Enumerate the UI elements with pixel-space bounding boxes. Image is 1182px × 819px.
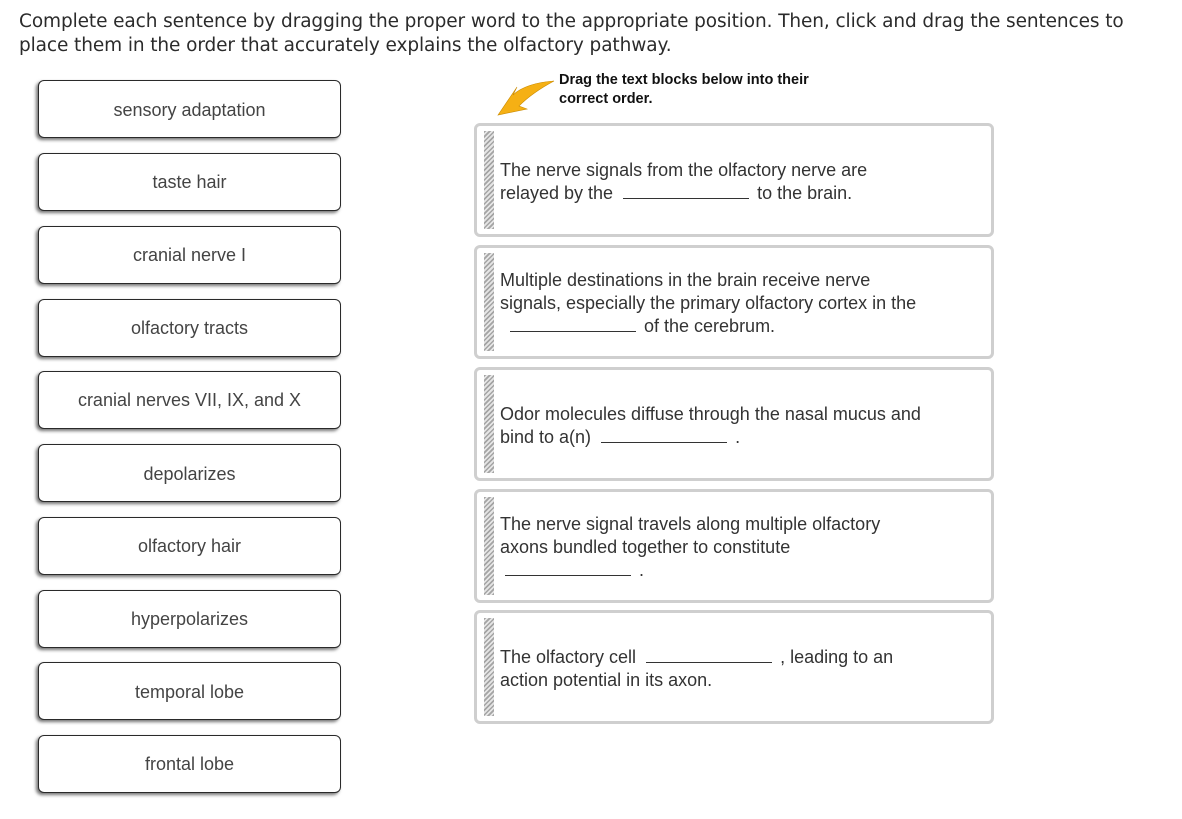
sentence-card[interactable]: Odor molecules diffuse through the nasal… [474, 367, 994, 481]
word-card-cranial-nerve-i[interactable]: cranial nerve I [38, 226, 341, 284]
word-label: hyperpolarizes [130, 609, 249, 629]
sentence-text: The nerve signal travels along multiple … [500, 513, 901, 582]
word-card-depolarizes[interactable]: depolarizes [38, 444, 341, 502]
word-label: taste hair [152, 172, 227, 192]
word-card-cranial-nerves-vii-ix-x[interactable]: cranial nerves VII, IX, and X [38, 371, 341, 429]
word-card-sensory-adaptation[interactable]: sensory adaptation [38, 80, 341, 138]
word-label: olfactory hair [137, 536, 242, 556]
word-label: cranial nerve I [132, 245, 247, 265]
sentence-card[interactable]: The nerve signal travels along multiple … [474, 489, 994, 603]
sentence-after: . [639, 560, 645, 580]
drag-handle-icon[interactable] [484, 497, 494, 595]
drag-handle-icon[interactable] [484, 618, 494, 716]
drop-blank[interactable] [623, 182, 750, 199]
drop-blank[interactable] [601, 426, 728, 443]
sentence-card[interactable]: The olfactory cell, leading to an action… [474, 610, 994, 724]
word-label: temporal lobe [134, 682, 245, 702]
sentence-before: Multiple destinations in the brain recei… [500, 270, 917, 313]
sentence-card[interactable]: The nerve signals from the olfactory ner… [474, 123, 994, 237]
sentence-card[interactable]: Multiple destinations in the brain recei… [474, 245, 994, 359]
sentence-text: Multiple destinations in the brain recei… [500, 269, 931, 338]
arrow-shape [497, 80, 555, 116]
word-label: frontal lobe [144, 754, 235, 774]
sentence-after: of the cerebrum. [644, 316, 776, 336]
word-card-olfactory-hair[interactable]: olfactory hair [38, 517, 341, 575]
word-label: sensory adaptation [113, 100, 266, 120]
word-label: depolarizes [143, 464, 236, 484]
sentence-before: The olfactory cell [500, 647, 637, 667]
sentence-after: to the brain. [757, 183, 853, 203]
word-label: cranial nerves VII, IX, and X [77, 390, 302, 410]
drop-blank[interactable] [510, 315, 636, 332]
drag-handle-icon[interactable] [484, 375, 494, 473]
drop-blank[interactable] [646, 646, 773, 663]
drag-handle-icon[interactable] [484, 131, 494, 229]
word-card-taste-hair[interactable]: taste hair [38, 153, 341, 211]
drop-blank[interactable] [505, 559, 631, 576]
word-card-temporal-lobe[interactable]: temporal lobe [38, 662, 341, 720]
arrow-pointer-icon [497, 80, 555, 116]
hint-text: Drag the text blocks below into their co… [559, 72, 809, 107]
word-card-frontal-lobe[interactable]: frontal lobe [38, 735, 341, 793]
drag-handle-icon[interactable] [484, 253, 494, 351]
sentence-text: Odor molecules diffuse through the nasal… [500, 403, 931, 449]
word-label: olfactory tracts [130, 318, 249, 338]
word-card-olfactory-tracts[interactable]: olfactory tracts [38, 299, 341, 357]
instructions-text: Complete each sentence by dragging the p… [19, 11, 1124, 56]
sentence-text: The olfactory cell, leading to an action… [500, 646, 931, 692]
sentence-after: . [735, 427, 741, 447]
sentence-text: The nerve signals from the olfactory ner… [500, 159, 931, 205]
sentence-before: The nerve signal travels along multiple … [500, 514, 881, 557]
word-card-hyperpolarizes[interactable]: hyperpolarizes [38, 590, 341, 648]
